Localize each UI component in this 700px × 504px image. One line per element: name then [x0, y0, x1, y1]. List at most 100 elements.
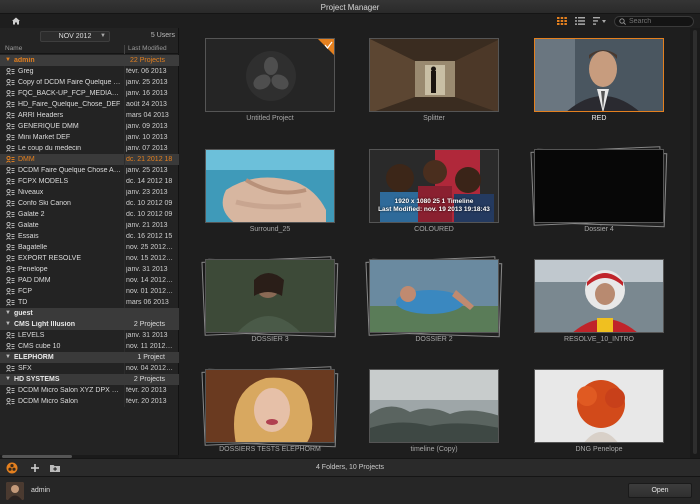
column-divider: [124, 198, 125, 209]
project-row[interactable]: Mini Market DEF janv. 10 2013: [0, 132, 179, 143]
project-modified-date: févr. 20 2013: [126, 387, 167, 394]
disclosure-triangle-icon[interactable]: ▼: [5, 376, 11, 382]
disclosure-triangle-icon[interactable]: ▼: [5, 310, 11, 316]
project-row[interactable]: ARRI Headers mars 04 2013: [0, 110, 179, 121]
tile-frame: [205, 38, 335, 112]
project-row[interactable]: Niveaux janv. 23 2013: [0, 187, 179, 198]
project-tile[interactable]: Surround_25: [205, 143, 335, 233]
user-group-row[interactable]: ▼ HD SYSTEMS 2 Projects: [0, 374, 179, 385]
tile-label: Surround_25: [249, 226, 291, 233]
project-row[interactable]: DCDM Micro Salon févr. 20 2013: [0, 396, 179, 407]
project-row[interactable]: HD_Faire_Quelque_Chose_DEF août 24 2013: [0, 99, 179, 110]
project-row[interactable]: TD mars 06 2013: [0, 297, 179, 308]
project-row[interactable]: Galate janv. 21 2013: [0, 220, 179, 231]
disclosure-triangle-icon[interactable]: ▼: [5, 57, 11, 63]
column-divider: [124, 396, 125, 407]
project-icon: [6, 79, 15, 86]
project-row[interactable]: Greg févr. 06 2013: [0, 66, 179, 77]
project-icon: [6, 200, 15, 207]
project-icon: [6, 134, 15, 141]
project-name: GENERIQUE DMM: [18, 123, 79, 130]
project-row[interactable]: FCPX MODELS dc. 14 2012 18: [0, 176, 179, 187]
sort-menu-button[interactable]: [592, 16, 608, 26]
folder-tile[interactable]: Dossier 4: [530, 143, 668, 233]
project-row[interactable]: Le coup du medecin janv. 07 2013: [0, 143, 179, 154]
project-row[interactable]: FQC_BACK-UP_FCP_MEDIASPEED janv. 16 2013: [0, 88, 179, 99]
project-thumbnail: [534, 259, 664, 333]
project-name: Greg: [18, 68, 34, 75]
month-filter-dropdown[interactable]: NOV 2012 ▼: [40, 31, 110, 42]
project-row[interactable]: FCP nov. 01 2012 18: [0, 286, 179, 297]
tile-label: timeline (Copy): [410, 446, 458, 453]
project-icon: [6, 189, 15, 196]
avatar[interactable]: [6, 482, 24, 500]
column-divider: [124, 110, 125, 121]
search-box[interactable]: [614, 15, 694, 27]
folder-tile[interactable]: DOSSIER 2: [365, 253, 503, 343]
project-row[interactable]: Galate 2 dc. 10 2012 09: [0, 209, 179, 220]
project-name: SFX: [18, 365, 32, 372]
project-row[interactable]: CMS cube 10 nov. 11 2012 23: [0, 341, 179, 352]
disclosure-triangle-icon[interactable]: ▼: [5, 354, 11, 360]
vertical-scrollbar[interactable]: [690, 28, 700, 458]
name-column-header[interactable]: Name: [5, 45, 22, 52]
column-divider: [124, 330, 125, 341]
project-row[interactable]: DCDM Micro Salon XYZ DPX 12bits févr. 20 …: [0, 385, 179, 396]
tile-label: Untitled Project: [246, 115, 294, 122]
thumbnail-image: [370, 260, 498, 332]
project-modified-date: dc. 10 2012 09: [126, 200, 173, 207]
project-row[interactable]: LEVELS janv. 31 2013: [0, 330, 179, 341]
user-group-row[interactable]: ▼ CMS Light Illusion 2 Projects: [0, 319, 179, 330]
project-icon: [6, 266, 15, 273]
modified-column-header[interactable]: Last Modified: [128, 45, 167, 52]
project-row[interactable]: EXPORT RESOLVE nov. 15 2012 22: [0, 253, 179, 264]
project-tile[interactable]: Splitter: [369, 32, 499, 122]
column-divider: [124, 363, 125, 374]
folder-tile[interactable]: DOSSIERS TESTS ELEPHORM: [201, 363, 339, 453]
project-icon: [6, 343, 15, 350]
project-tile[interactable]: RESOLVE_10_INTRO: [534, 253, 664, 343]
project-tile[interactable]: timeline (Copy): [369, 363, 499, 453]
project-modified-date: mars 04 2013: [126, 112, 169, 119]
project-row[interactable]: Confo Ski Canon dc. 10 2012 09: [0, 198, 179, 209]
search-input[interactable]: [629, 17, 693, 25]
tile-frame: [534, 259, 664, 333]
folder-tile[interactable]: DOSSIER 3: [201, 253, 339, 343]
project-modified-date: nov. 01 2012 18: [126, 288, 174, 295]
project-row[interactable]: SFX nov. 04 2012 13: [0, 363, 179, 374]
status-summary: 4 Folders, 10 Projects: [315, 464, 385, 471]
group-project-count: 1 Project: [137, 354, 165, 361]
project-tile[interactable]: 1920 x 1080 25 1 Timeline Last Modified: …: [369, 143, 499, 233]
project-icon: [6, 211, 15, 218]
tile-frame: [201, 256, 339, 338]
disclosure-triangle-icon[interactable]: ▼: [5, 321, 11, 327]
list-view-button[interactable]: [574, 16, 586, 26]
project-row[interactable]: PAD DMM nov. 14 2012 08: [0, 275, 179, 286]
project-icon: [6, 365, 15, 372]
tile-frame: [534, 38, 664, 112]
home-button[interactable]: [9, 14, 23, 28]
column-divider: [124, 132, 125, 143]
project-modified-date: janv. 25 2013: [126, 167, 168, 174]
open-button[interactable]: Open: [628, 483, 692, 498]
project-name: DCDM Faire Quelque Chose Archive: [18, 167, 122, 174]
tile-label: Splitter: [423, 115, 445, 122]
project-tile[interactable]: DNG Penelope: [534, 363, 664, 453]
project-row[interactable]: Essais dc. 16 2012 15: [0, 231, 179, 242]
user-group-row[interactable]: ▼ guest: [0, 308, 179, 319]
project-tile[interactable]: Untitled Project: [205, 32, 335, 122]
project-row[interactable]: GENERIQUE DMM janv. 09 2013: [0, 121, 179, 132]
project-row[interactable]: DMM dc. 21 2012 18: [0, 154, 179, 165]
scrollbar-thumb[interactable]: [693, 30, 697, 454]
project-row[interactable]: Penelope janv. 31 2013: [0, 264, 179, 275]
column-divider: [124, 66, 125, 77]
user-group-row[interactable]: ▼ admin 22 Projects: [0, 55, 179, 66]
project-name: Niveaux: [18, 189, 44, 196]
user-group-row[interactable]: ▼ ELEPHORM 1 Project: [0, 352, 179, 363]
grid-view-button[interactable]: [556, 16, 568, 26]
project-row[interactable]: DCDM Faire Quelque Chose Archive janv. 25…: [0, 165, 179, 176]
project-tile[interactable]: RED: [534, 32, 664, 122]
project-modified-date: janv. 31 2013: [126, 266, 168, 273]
project-row[interactable]: Copy of DCDM Faire Quelque Chose janv. 25…: [0, 77, 179, 88]
project-row[interactable]: Bagatelle nov. 25 2012 22: [0, 242, 179, 253]
